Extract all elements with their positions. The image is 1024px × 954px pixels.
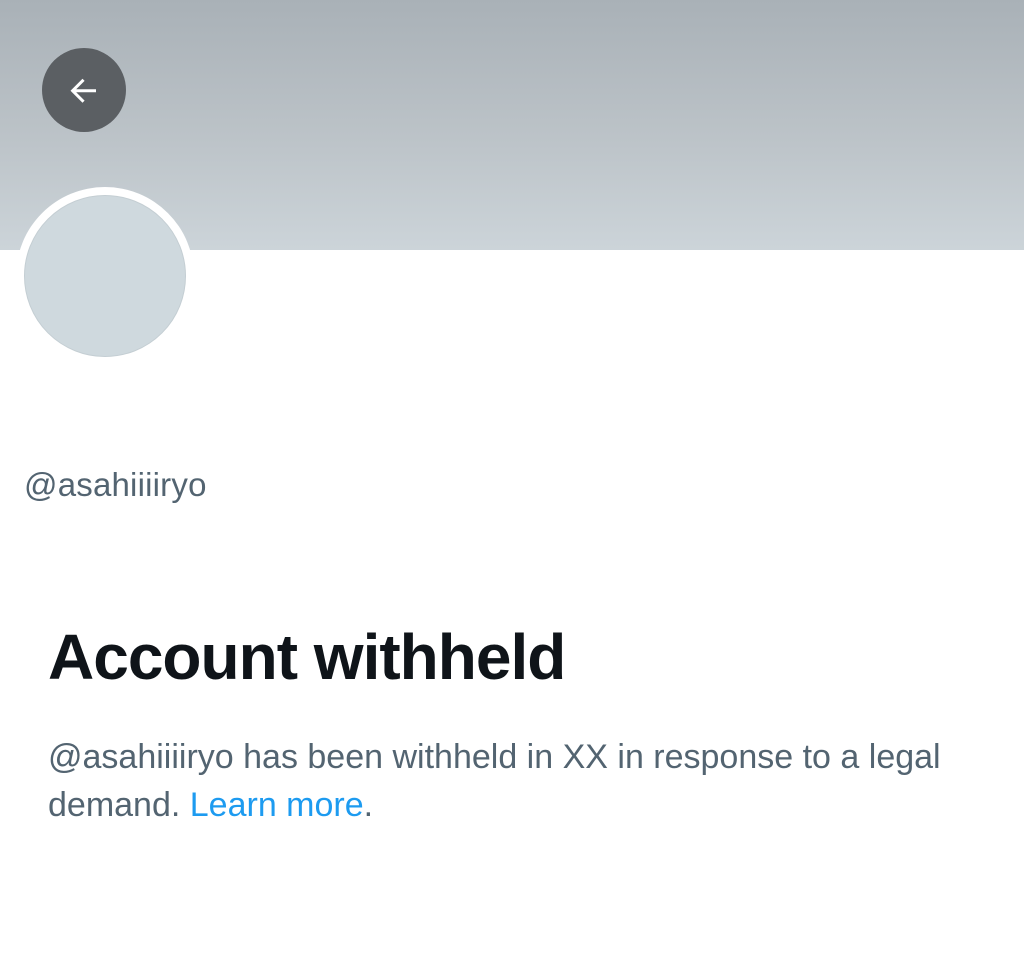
back-button[interactable] — [42, 48, 126, 132]
withheld-message: @asahiiiiryo has been withheld in XX in … — [48, 733, 978, 829]
arrow-left-icon — [66, 72, 102, 108]
withheld-title: Account withheld — [48, 621, 566, 693]
learn-more-link[interactable]: Learn more — [190, 786, 364, 824]
withheld-message-text: @asahiiiiryo has been withheld in XX in … — [48, 738, 941, 824]
profile-handle: @asahiiiiryo — [24, 466, 207, 503]
avatar — [16, 187, 194, 365]
withheld-message-period: . — [363, 786, 374, 824]
profile-page: @asahiiiiryo Account withheld @asahiiiir… — [0, 0, 1024, 954]
avatar-placeholder — [24, 195, 186, 357]
